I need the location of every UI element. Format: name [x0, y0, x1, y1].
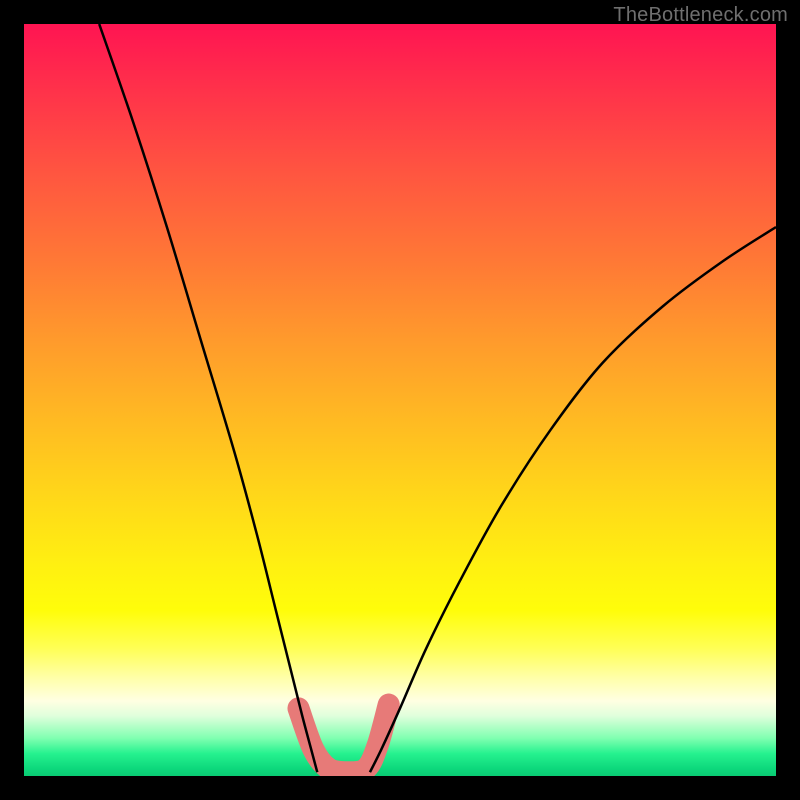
left-curve — [99, 24, 317, 772]
chart-stage: TheBottleneck.com — [0, 0, 800, 800]
watermark-label: TheBottleneck.com — [613, 4, 788, 27]
chart-svg — [24, 24, 776, 776]
right-curve — [370, 227, 776, 772]
plot-area — [24, 24, 776, 776]
